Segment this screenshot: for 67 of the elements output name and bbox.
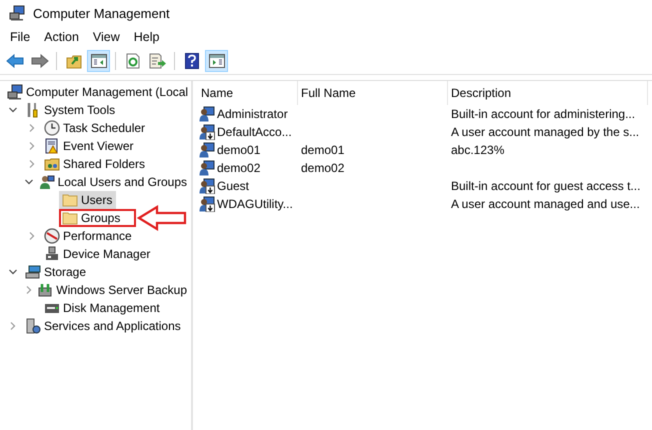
tree-item[interactable]: Storage (22, 263, 90, 281)
tree-item[interactable]: Users (59, 191, 116, 209)
tree-item[interactable]: Groups (59, 209, 136, 227)
shared-folder-icon (44, 156, 60, 172)
pane-icon (208, 54, 224, 68)
tree-item[interactable]: Shared Folders (41, 155, 150, 173)
full-name: demo01 (301, 143, 344, 157)
full-name: demo02 (301, 161, 344, 175)
refresh-icon (126, 53, 140, 69)
folder-icon (62, 192, 78, 208)
tree-item[interactable]: Disk Management (41, 299, 164, 317)
log-book-icon (44, 138, 60, 154)
account-name: WDAGUtility... (217, 197, 293, 211)
collapse-chevron-icon[interactable] (24, 177, 34, 187)
tree-item[interactable]: Performance (41, 227, 136, 245)
export-list-icon (148, 53, 166, 69)
menu-item[interactable]: Action (37, 28, 86, 46)
device-icon (44, 246, 60, 262)
menu-item[interactable]: File (3, 28, 38, 46)
storage-icon (25, 264, 41, 280)
account-name: demo02 (217, 161, 260, 175)
menu-item[interactable]: Help (126, 28, 166, 46)
expand-chevron-icon[interactable] (27, 159, 37, 169)
help-icon (184, 53, 198, 69)
description: abc.123% (451, 143, 504, 157)
folder-up-icon (66, 53, 82, 69)
collapse-chevron-icon[interactable] (8, 105, 18, 115)
computer-icon (7, 84, 23, 100)
tree-item[interactable]: Event Viewer (41, 137, 138, 155)
column-header[interactable]: Name (198, 81, 298, 105)
expand-chevron-icon[interactable] (27, 141, 37, 151)
menu-item[interactable]: View (86, 28, 127, 46)
description: A user account managed by the s... (451, 125, 640, 139)
services-icon (25, 318, 41, 334)
description: Built-in account for administering... (451, 107, 636, 121)
account-name: Administrator (217, 107, 288, 121)
pane-icon (90, 54, 106, 68)
column-header[interactable]: Description (448, 81, 648, 105)
column-header[interactable]: Full Name (298, 81, 448, 105)
account-name: DefaultAcco... (217, 125, 292, 139)
expand-chevron-icon[interactable] (8, 321, 18, 331)
tree-item[interactable]: Device Manager (41, 245, 154, 263)
description: Built-in account for guest access t... (451, 179, 640, 193)
account-name: Guest (217, 179, 250, 193)
tree-item[interactable]: System Tools (22, 101, 120, 119)
tree-item[interactable]: Services and Applications (22, 317, 185, 335)
tree-item[interactable]: Computer Management (Local (4, 83, 191, 101)
forward-arrow-icon (30, 54, 48, 68)
callout-arrow (137, 205, 187, 231)
computer-icon (9, 5, 25, 21)
collapse-chevron-icon[interactable] (8, 267, 18, 277)
tree-item[interactable]: Windows Server Backup (34, 281, 191, 299)
backup-icon (37, 282, 54, 298)
toolbar-button[interactable] (205, 50, 228, 72)
description: A user account managed and use... (451, 197, 640, 211)
account-name: demo01 (217, 143, 260, 157)
toolbar-button[interactable] (87, 50, 110, 72)
clock-icon (44, 120, 60, 136)
gauge-icon (44, 228, 60, 244)
window-title: Computer Management (33, 6, 170, 20)
back-arrow-icon (6, 54, 24, 68)
expand-chevron-icon[interactable] (27, 123, 37, 133)
expand-chevron-icon[interactable] (27, 231, 37, 241)
users-icon (38, 174, 55, 190)
tree-item[interactable]: Task Scheduler (41, 119, 150, 137)
tree-item[interactable]: Local Users and Groups (36, 173, 191, 191)
expand-chevron-icon[interactable] (24, 285, 34, 295)
